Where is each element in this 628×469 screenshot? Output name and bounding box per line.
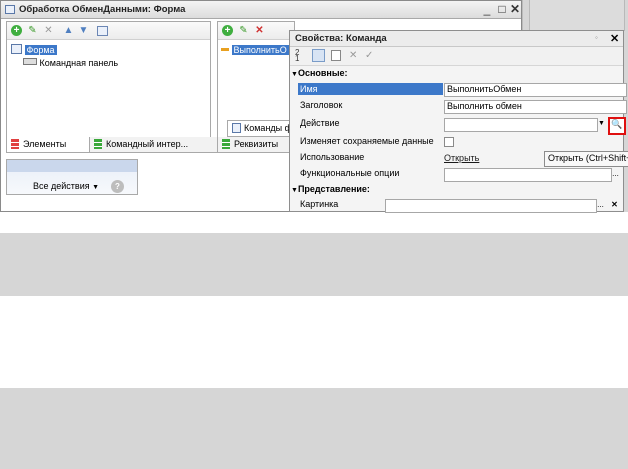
command-icon xyxy=(221,48,229,51)
command-list-item-label: ВыполнитьО xyxy=(231,45,289,55)
property-picture: Картинка ... ✕ xyxy=(290,198,623,213)
picture-clear-button[interactable]: ✕ xyxy=(609,200,620,210)
usage-open-link[interactable]: Открыть xyxy=(444,152,479,165)
properties-title-bar: Свойства: Команда ◦ ✕ xyxy=(290,31,623,47)
tree-item-form-label: Форма xyxy=(24,45,57,55)
window-form-icon xyxy=(5,5,15,14)
open-action-button[interactable]: 🔍 xyxy=(608,117,626,135)
minimize-button[interactable]: _ xyxy=(479,2,495,17)
commands-pane: + ✎ ✕ ВыполнитьО Команды ф xyxy=(217,21,315,151)
window-title: Обработка ОбменДанными: Форма xyxy=(19,4,186,15)
property-title: Заголовок Выполнить обмен xyxy=(290,99,627,114)
dropdown-arrow-icon: ▼ xyxy=(92,184,100,191)
property-action: Действие ▼ 🔍 xyxy=(290,117,626,135)
properties-palette: Свойства: Команда ◦ ✕ 21 ✕ ✓ ▼Основные: … xyxy=(289,30,628,213)
properties-toolbar: 21 ✕ ✓ xyxy=(290,47,623,66)
property-changes-data: Изменяет сохраняемые данные xyxy=(290,135,623,149)
command-panel-icon xyxy=(23,58,37,65)
delete-command-icon[interactable]: ✕ xyxy=(254,25,265,36)
command-list-item[interactable]: ВыполнитьО xyxy=(221,44,289,56)
picture-select-button[interactable]: ... xyxy=(595,200,606,210)
command-interface-tab-icon xyxy=(94,139,102,149)
form-preview-panel: Все действия ▼ ? xyxy=(6,159,138,195)
apply-icon[interactable]: ✓ xyxy=(365,50,373,61)
background-band-2 xyxy=(0,388,628,469)
all-actions-menu[interactable]: Все действия ▼ xyxy=(33,180,99,193)
elements-tab-icon xyxy=(11,139,19,149)
property-functional-options: Функциональные опции ... xyxy=(290,167,623,182)
title-field[interactable]: Выполнить обмен xyxy=(444,100,627,114)
edit-command-icon[interactable]: ✎ xyxy=(238,25,249,36)
sort-alphabetical-icon[interactable]: 21 xyxy=(295,49,307,63)
picture-field[interactable] xyxy=(385,199,597,213)
tab-command-interface[interactable]: Командный интер... xyxy=(89,137,227,153)
form-settings-icon[interactable] xyxy=(97,26,108,36)
edit-icon[interactable]: ✎ xyxy=(27,25,38,36)
properties-title: Свойства: Команда xyxy=(295,33,387,44)
name-field[interactable]: ВыполнитьОбмен xyxy=(444,83,627,97)
attributes-tab-icon xyxy=(222,139,230,149)
open-tooltip: Открыть (Ctrl+Shift+ xyxy=(544,151,628,167)
categorized-view-icon[interactable] xyxy=(312,49,325,62)
filter-icon[interactable] xyxy=(331,50,341,61)
move-up-icon[interactable]: ▲ xyxy=(63,25,74,36)
group-view[interactable]: ▼Представление: xyxy=(290,183,623,197)
background-band-1 xyxy=(0,233,628,296)
collapse-icon: ▼ xyxy=(291,71,298,78)
action-dropdown-button[interactable]: ▼ xyxy=(596,119,607,129)
form-icon xyxy=(11,44,22,54)
close-button[interactable]: ✕ xyxy=(507,2,523,17)
collapse-view-icon: ▼ xyxy=(291,187,298,194)
tree-item-form[interactable]: Форма xyxy=(11,44,57,56)
changes-data-checkbox[interactable] xyxy=(444,137,454,147)
window-title-bar: Обработка ОбменДанными: Форма _ □ ✕ xyxy=(1,1,521,19)
tree-item-command-panel-label: Командная панель xyxy=(39,58,119,68)
clear-icon[interactable]: ✕ xyxy=(349,50,357,61)
move-down-icon[interactable]: ▼ xyxy=(78,25,89,36)
pin-icon[interactable]: ◦ xyxy=(595,33,598,42)
add-icon[interactable]: + xyxy=(11,25,22,36)
elements-tree-pane: + ✎ ✕ ▲ ▼ Форма Командная панель xyxy=(6,21,211,151)
form-commands-tab-icon xyxy=(232,123,241,133)
delete-icon[interactable]: ✕ xyxy=(43,25,54,36)
group-basic[interactable]: ▼Основные: xyxy=(290,67,623,81)
properties-close-button[interactable]: ✕ xyxy=(610,32,619,45)
add-command-icon[interactable]: + xyxy=(222,25,233,36)
tree-item-command-panel[interactable]: Командная панель xyxy=(23,57,118,69)
functional-options-field[interactable] xyxy=(444,168,612,182)
property-name: Имя ВыполнитьОбмен xyxy=(290,82,627,97)
functional-options-select-button[interactable]: ... xyxy=(610,169,621,179)
help-button[interactable]: ? xyxy=(111,180,124,193)
action-field[interactable] xyxy=(444,118,598,132)
elements-toolbar: + ✎ ✕ ▲ ▼ xyxy=(7,22,210,40)
commands-toolbar: + ✎ ✕ xyxy=(218,22,294,40)
